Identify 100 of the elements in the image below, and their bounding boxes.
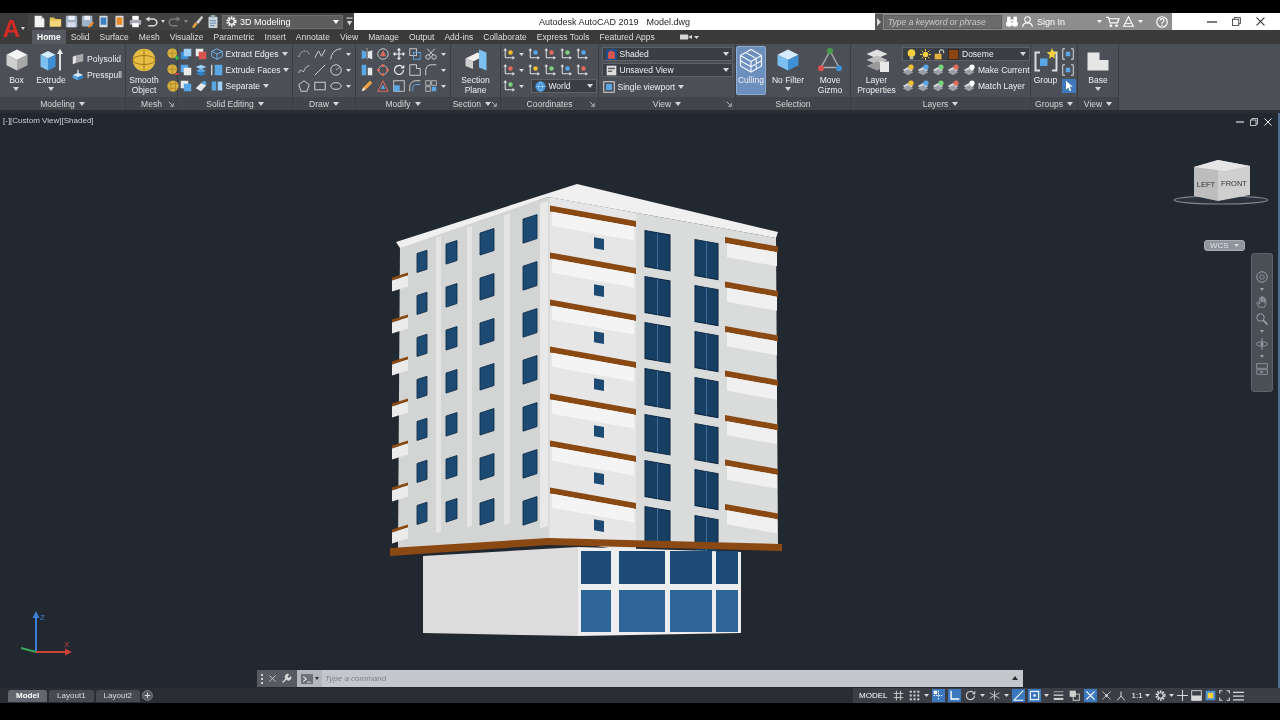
layer-properties-button[interactable]: Layer Properties bbox=[853, 46, 900, 95]
square-grid-icon[interactable] bbox=[424, 80, 437, 92]
triangle-icon[interactable] bbox=[376, 80, 389, 92]
group-button[interactable]: Group bbox=[1032, 46, 1059, 95]
page-icon[interactable] bbox=[33, 15, 46, 28]
circle-dots-icon[interactable] bbox=[376, 64, 389, 76]
corner-frame-icon[interactable] bbox=[408, 64, 421, 76]
solid-edit-button[interactable]: Extract Edges bbox=[209, 46, 291, 62]
cross-mark-icon[interactable] bbox=[1100, 689, 1114, 702]
plus-circle-icon[interactable] bbox=[142, 690, 154, 701]
move-gizmo-button[interactable]: Move Gizmo bbox=[810, 46, 851, 95]
caret-icon[interactable] bbox=[980, 694, 986, 697]
rotate-icon[interactable] bbox=[392, 64, 405, 76]
axes-icon[interactable] bbox=[502, 64, 515, 76]
clipboard-icon[interactable] bbox=[207, 15, 219, 28]
help-icon[interactable] bbox=[1156, 15, 1169, 28]
cursor-select-icon[interactable] bbox=[1061, 79, 1076, 93]
triangle-circle-icon[interactable] bbox=[376, 48, 389, 60]
ribbon-tab[interactable]: Output bbox=[403, 30, 440, 44]
axes-icon[interactable] bbox=[502, 48, 515, 60]
ribbon-tab[interactable]: Visualize bbox=[164, 30, 209, 44]
hand-icon[interactable] bbox=[1256, 295, 1268, 308]
triangle-outline-icon[interactable] bbox=[1123, 16, 1135, 27]
move-icon[interactable] bbox=[392, 48, 405, 60]
annotation-scale-button[interactable]: 1:1 bbox=[1129, 691, 1152, 700]
angle-icon[interactable] bbox=[1012, 689, 1026, 702]
visual-style-dropdown[interactable]: Shaded bbox=[601, 47, 733, 61]
selection-filter-button[interactable]: No Filter bbox=[768, 46, 808, 95]
overlapping-squares-icon[interactable] bbox=[179, 64, 192, 76]
caret-icon[interactable] bbox=[440, 84, 446, 88]
overlapping-squares-icon[interactable] bbox=[179, 80, 192, 92]
undo-icon[interactable] bbox=[145, 15, 158, 28]
overlapping-squares-icon[interactable] bbox=[179, 48, 192, 60]
dot-grid-icon[interactable] bbox=[908, 689, 922, 702]
layer-dropdown[interactable]: Doseme bbox=[902, 47, 1030, 61]
workspace-dropdown[interactable]: 3D Modeling bbox=[222, 14, 343, 29]
overlapping-squares-icon[interactable] bbox=[194, 48, 207, 60]
named-view-dropdown[interactable]: Unsaved View bbox=[601, 63, 733, 77]
caret-up-icon[interactable] bbox=[1008, 670, 1023, 687]
layout-tab[interactable]: Layout2 bbox=[95, 689, 141, 702]
minimize-icon[interactable] bbox=[1236, 118, 1244, 126]
tripod-icon[interactable] bbox=[1116, 690, 1127, 701]
ribbon-tab[interactable]: View bbox=[334, 30, 364, 44]
fillet-icon[interactable] bbox=[424, 64, 437, 76]
wrench-icon[interactable] bbox=[282, 674, 291, 683]
menu-icon[interactable] bbox=[1232, 690, 1244, 701]
polygon-icon[interactable] bbox=[297, 80, 310, 92]
layer-sheet-icon[interactable] bbox=[917, 64, 929, 76]
axes-icon[interactable] bbox=[575, 64, 588, 76]
layer-sheet-icon[interactable] bbox=[902, 80, 914, 92]
caret-icon[interactable] bbox=[315, 677, 319, 680]
view-cube[interactable] bbox=[1173, 160, 1269, 205]
prompt-icon[interactable] bbox=[301, 673, 313, 684]
circle-arrow-icon[interactable] bbox=[964, 689, 978, 702]
caret-icon[interactable] bbox=[345, 84, 351, 88]
ribbon-tab[interactable]: Surface bbox=[94, 30, 134, 44]
panel-title[interactable]: Layers bbox=[922, 98, 949, 109]
outline-squares-icon[interactable] bbox=[408, 48, 421, 60]
line-icon[interactable] bbox=[313, 64, 326, 76]
ribbon-tab[interactable]: Annotate bbox=[290, 30, 335, 44]
box-tool-button[interactable]: Box bbox=[2, 46, 31, 95]
colored-tile-icon[interactable] bbox=[1204, 690, 1216, 701]
layer-sheet-icon[interactable] bbox=[932, 64, 944, 76]
layer-sheet-icon[interactable] bbox=[917, 80, 929, 92]
expand-corner-icon[interactable] bbox=[491, 100, 497, 107]
caret-icon[interactable] bbox=[693, 35, 699, 39]
scissors-icon[interactable] bbox=[424, 48, 437, 60]
axes-icon[interactable] bbox=[559, 64, 572, 76]
solid-edit-button[interactable]: Extrude Faces bbox=[209, 62, 291, 78]
ribbon-tab[interactable]: Collaborate bbox=[478, 30, 532, 44]
sphere-grid-icon[interactable] bbox=[167, 80, 179, 92]
search-field[interactable]: Type a keyword or phrase bbox=[884, 14, 1002, 29]
cart-icon[interactable] bbox=[1106, 16, 1120, 27]
spline-icon[interactable] bbox=[297, 64, 310, 76]
layer-sheet-icon[interactable] bbox=[947, 80, 959, 92]
ribbon-tab[interactable]: Mesh bbox=[133, 30, 165, 44]
layout-tab[interactable]: Model bbox=[8, 689, 48, 702]
circle-icon[interactable] bbox=[329, 64, 342, 76]
bracket-box-icon[interactable] bbox=[1061, 48, 1074, 60]
axes-icon[interactable] bbox=[575, 48, 588, 60]
caret-icon[interactable] bbox=[332, 101, 339, 106]
floppy-icon[interactable] bbox=[65, 15, 78, 28]
ribbon-tab[interactable]: Parametric bbox=[208, 30, 260, 44]
caret-right-icon[interactable] bbox=[875, 13, 883, 30]
caret-icon[interactable] bbox=[675, 101, 682, 106]
ribbon-tab[interactable]: Insert bbox=[259, 30, 291, 44]
viewport-control[interactable]: [-] bbox=[3, 116, 11, 125]
device-icon[interactable] bbox=[97, 15, 110, 28]
presspull-button[interactable]: Presspull bbox=[71, 67, 123, 83]
caret-icon[interactable] bbox=[161, 20, 165, 23]
layout-tab[interactable]: Layout1 bbox=[49, 689, 94, 702]
bracket-box-icon[interactable] bbox=[1061, 64, 1074, 76]
expand-corner-icon[interactable] bbox=[168, 100, 174, 107]
frame-corners-icon[interactable] bbox=[1218, 690, 1230, 701]
binoculars-icon[interactable] bbox=[1006, 16, 1018, 27]
dashed-curve-icon[interactable] bbox=[297, 48, 310, 60]
axes-icon[interactable] bbox=[502, 80, 515, 92]
viewport-control[interactable]: [Shaded] bbox=[61, 116, 94, 125]
nested-arcs-icon[interactable] bbox=[408, 80, 421, 92]
solid-edit-button[interactable]: Separate bbox=[209, 78, 291, 94]
